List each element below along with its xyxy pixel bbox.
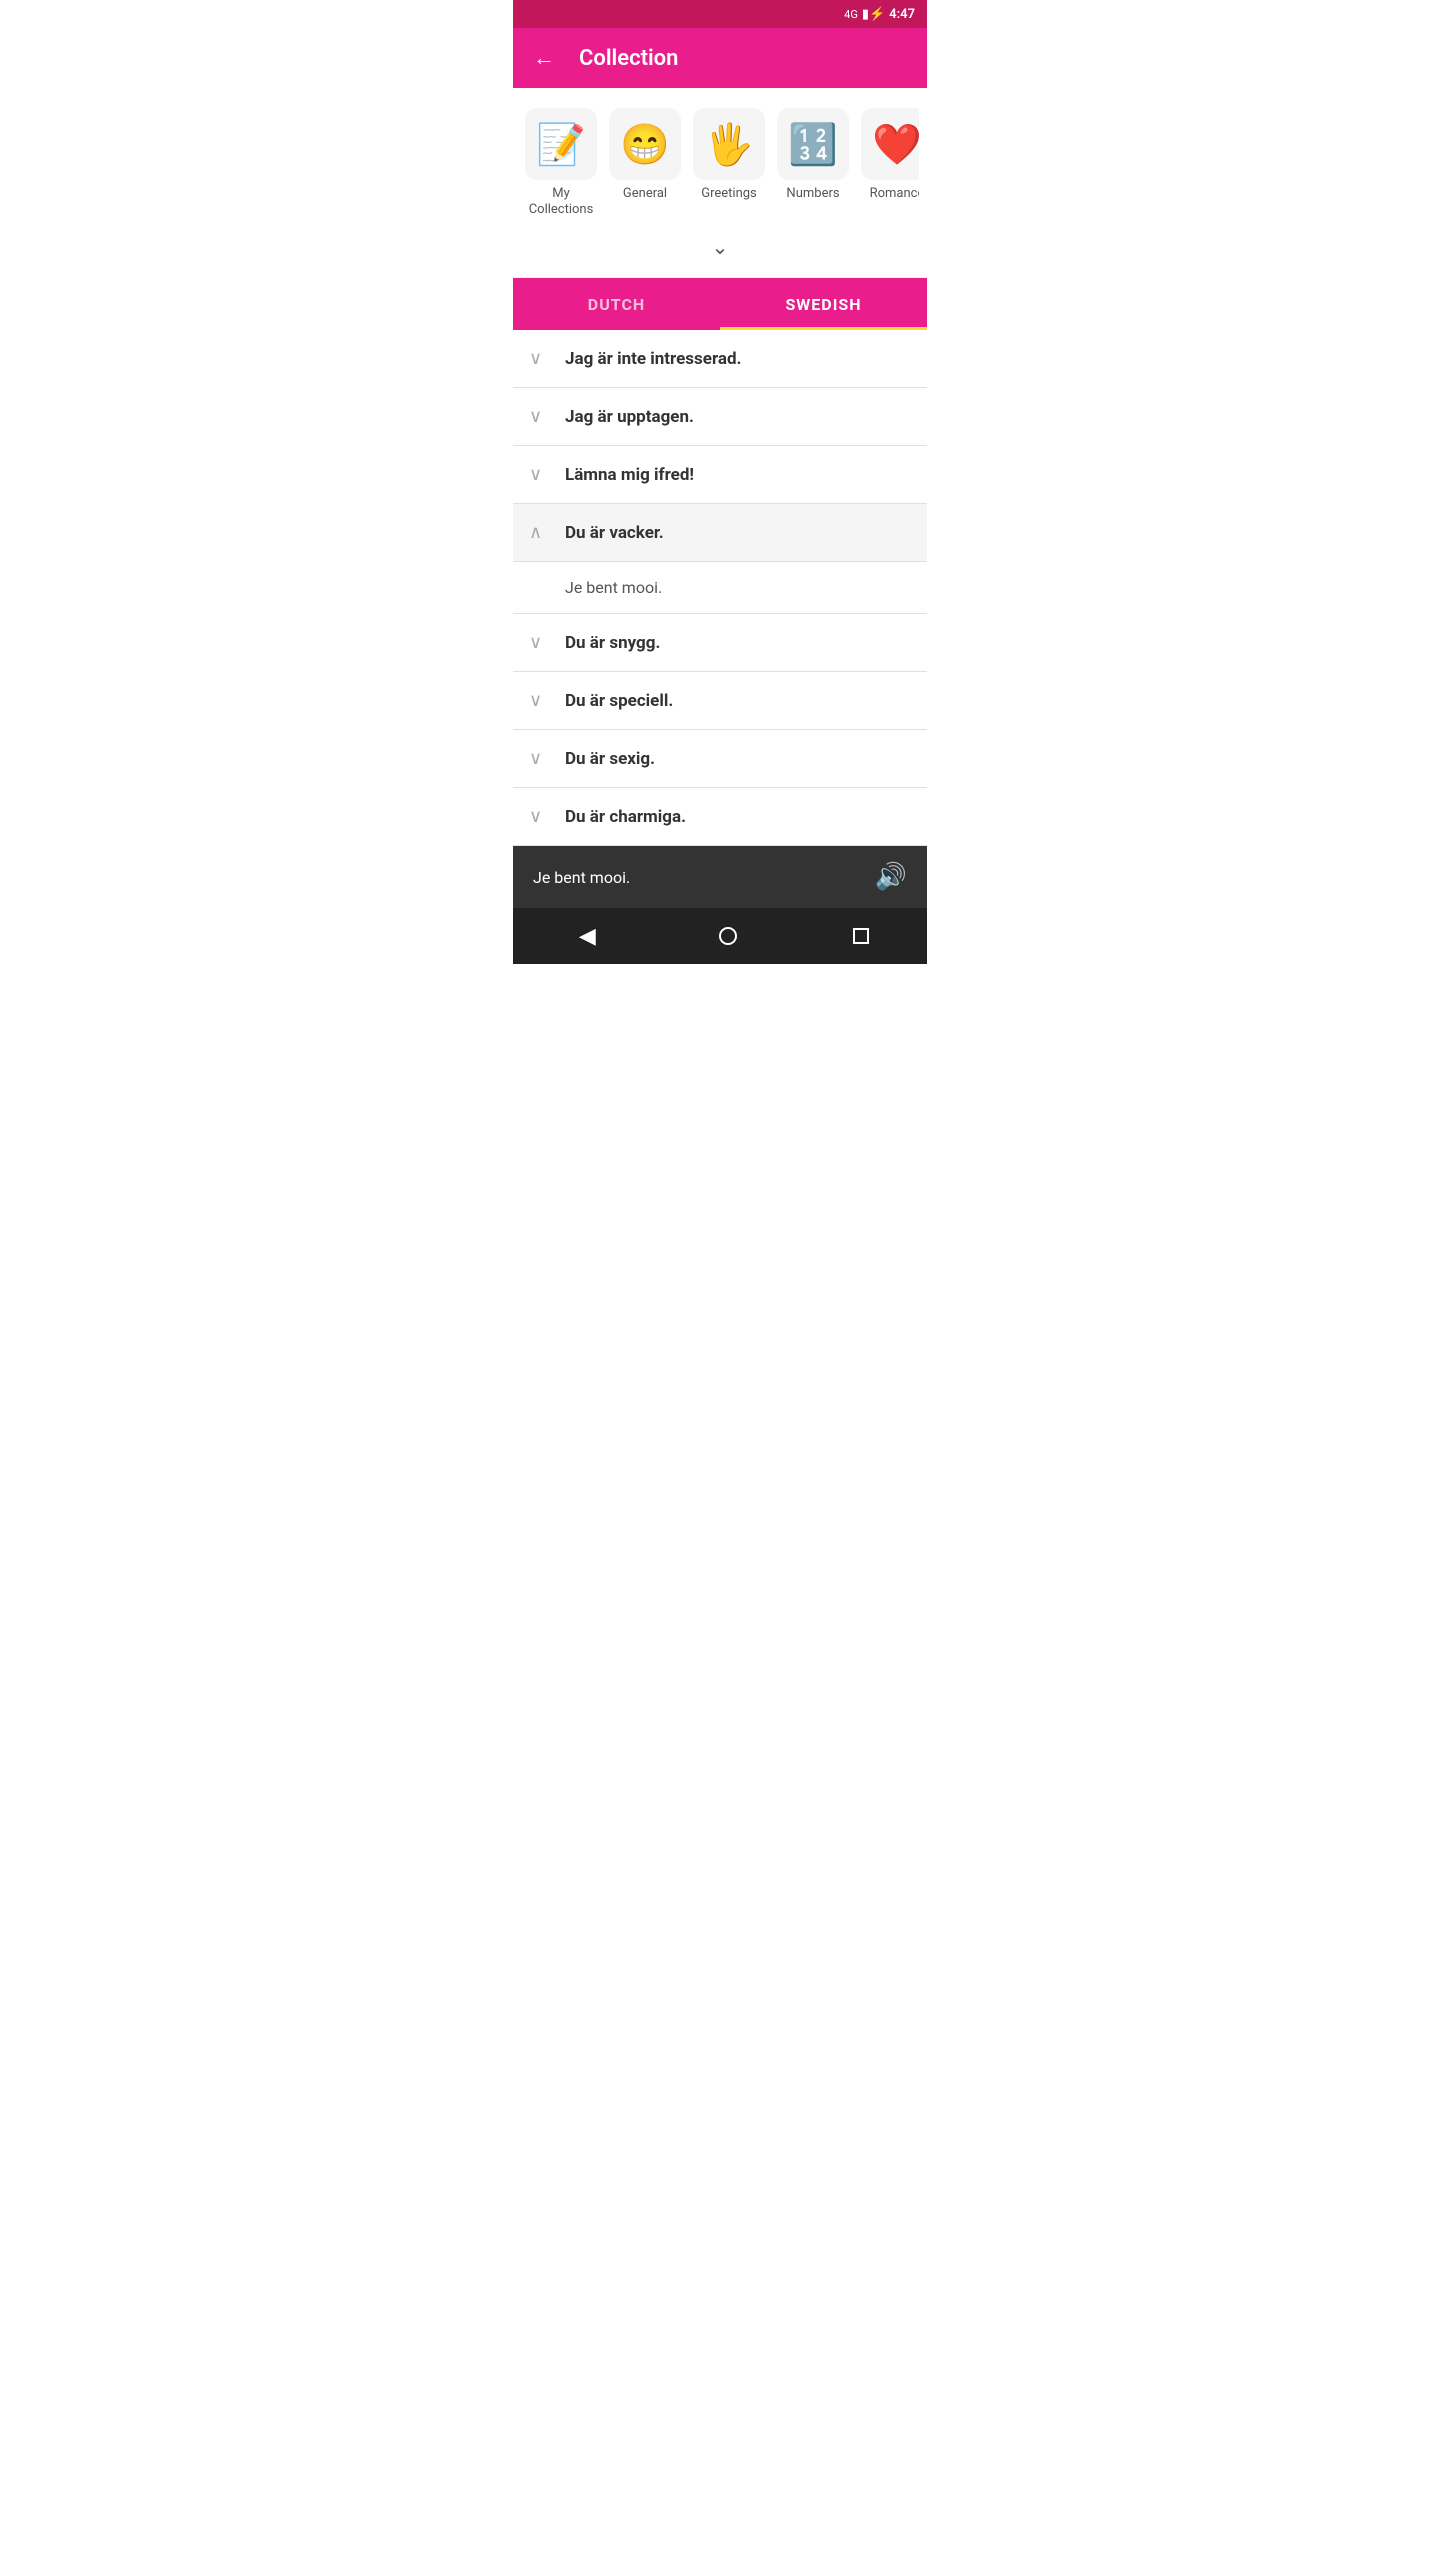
phrase-text-8: Du är charmiga.	[565, 807, 686, 827]
nav-back-button[interactable]: ◀	[571, 915, 604, 957]
category-icon-numbers: 🔢	[777, 108, 849, 180]
translation-row-4: Je bent mooi.	[513, 562, 927, 614]
phrase-chevron-2: ∨	[529, 406, 551, 427]
tab-swedish[interactable]: SWEDISH	[720, 278, 927, 330]
phrase-chevron-3: ∨	[529, 464, 551, 485]
nav-bar: ◀	[513, 908, 927, 964]
category-icon-greetings: 🖐	[693, 108, 765, 180]
category-item-general[interactable]: 😁 General	[605, 104, 685, 221]
phrase-list: ∨ Jag är inte intresserad. ∨ Jag är uppt…	[513, 330, 927, 846]
category-icon-my-collections: 📝	[525, 108, 597, 180]
status-icons: 4G ▮⚡ 4:47	[844, 7, 915, 22]
phrase-text-4: Du är vacker.	[565, 523, 664, 543]
category-item-my-collections[interactable]: 📝 My Collections	[521, 104, 601, 221]
app-bar-title: Collection	[579, 46, 678, 71]
phrase-row-4[interactable]: ∧ Du är vacker.	[513, 504, 927, 562]
phrase-text-2: Jag är upptagen.	[565, 407, 694, 427]
phrase-text-5: Du är snygg.	[565, 633, 660, 653]
app-bar: ← Collection	[513, 28, 927, 88]
phrase-text-6: Du är speciell.	[565, 691, 673, 711]
nav-recents-button[interactable]	[853, 928, 869, 944]
phrase-text-7: Du är sexig.	[565, 749, 655, 769]
tab-dutch[interactable]: DUTCH	[513, 278, 720, 330]
audio-bar: Je bent mooi. 🔊	[513, 846, 927, 908]
category-item-romance[interactable]: ❤️ Romance	[857, 104, 919, 221]
phrase-chevron-8: ∨	[529, 806, 551, 827]
phrase-chevron-4: ∧	[529, 522, 551, 543]
category-label-greetings: Greetings	[701, 186, 757, 202]
phrase-chevron-6: ∨	[529, 690, 551, 711]
category-label-my-collections: My Collections	[525, 186, 597, 217]
battery-icon: ▮⚡	[862, 7, 885, 22]
category-icon-general: 😁	[609, 108, 681, 180]
phrase-chevron-1: ∨	[529, 348, 551, 369]
phrase-chevron-5: ∨	[529, 632, 551, 653]
translation-text-4: Je bent mooi.	[565, 578, 662, 597]
status-bar: 4G ▮⚡ 4:47	[513, 0, 927, 28]
language-tabs: DUTCH SWEDISH	[513, 278, 927, 330]
signal-icon: 4G	[844, 8, 858, 21]
phrase-row-6[interactable]: ∨ Du är speciell.	[513, 672, 927, 730]
back-button[interactable]: ←	[529, 41, 559, 75]
phrase-row-8[interactable]: ∨ Du är charmiga.	[513, 788, 927, 846]
phrase-row-3[interactable]: ∨ Lämna mig ifred!	[513, 446, 927, 504]
category-item-numbers[interactable]: 🔢 Numbers	[773, 104, 853, 221]
category-icon-romance: ❤️	[861, 108, 919, 180]
phrase-row-2[interactable]: ∨ Jag är upptagen.	[513, 388, 927, 446]
phrase-row-7[interactable]: ∨ Du är sexig.	[513, 730, 927, 788]
phrase-row-1[interactable]: ∨ Jag är inte intresserad.	[513, 330, 927, 388]
category-item-greetings[interactable]: 🖐 Greetings	[689, 104, 769, 221]
category-scroll: 📝 My Collections 😁 General 🖐 Greetings 🔢…	[521, 104, 919, 229]
phrase-row-5[interactable]: ∨ Du är snygg.	[513, 614, 927, 672]
nav-home-button[interactable]	[719, 927, 737, 945]
expand-chevron[interactable]: ⌄	[521, 229, 919, 269]
category-label-numbers: Numbers	[786, 186, 839, 202]
category-section: 📝 My Collections 😁 General 🖐 Greetings 🔢…	[513, 88, 927, 278]
phrase-chevron-7: ∨	[529, 748, 551, 769]
phrase-text-3: Lämna mig ifred!	[565, 465, 694, 485]
phrase-text-1: Jag är inte intresserad.	[565, 349, 742, 369]
category-label-general: General	[623, 186, 667, 202]
category-label-romance: Romance	[870, 186, 919, 202]
audio-play-button[interactable]: 🔊	[875, 862, 907, 892]
time-display: 4:47	[889, 7, 915, 22]
audio-text: Je bent mooi.	[533, 868, 630, 887]
